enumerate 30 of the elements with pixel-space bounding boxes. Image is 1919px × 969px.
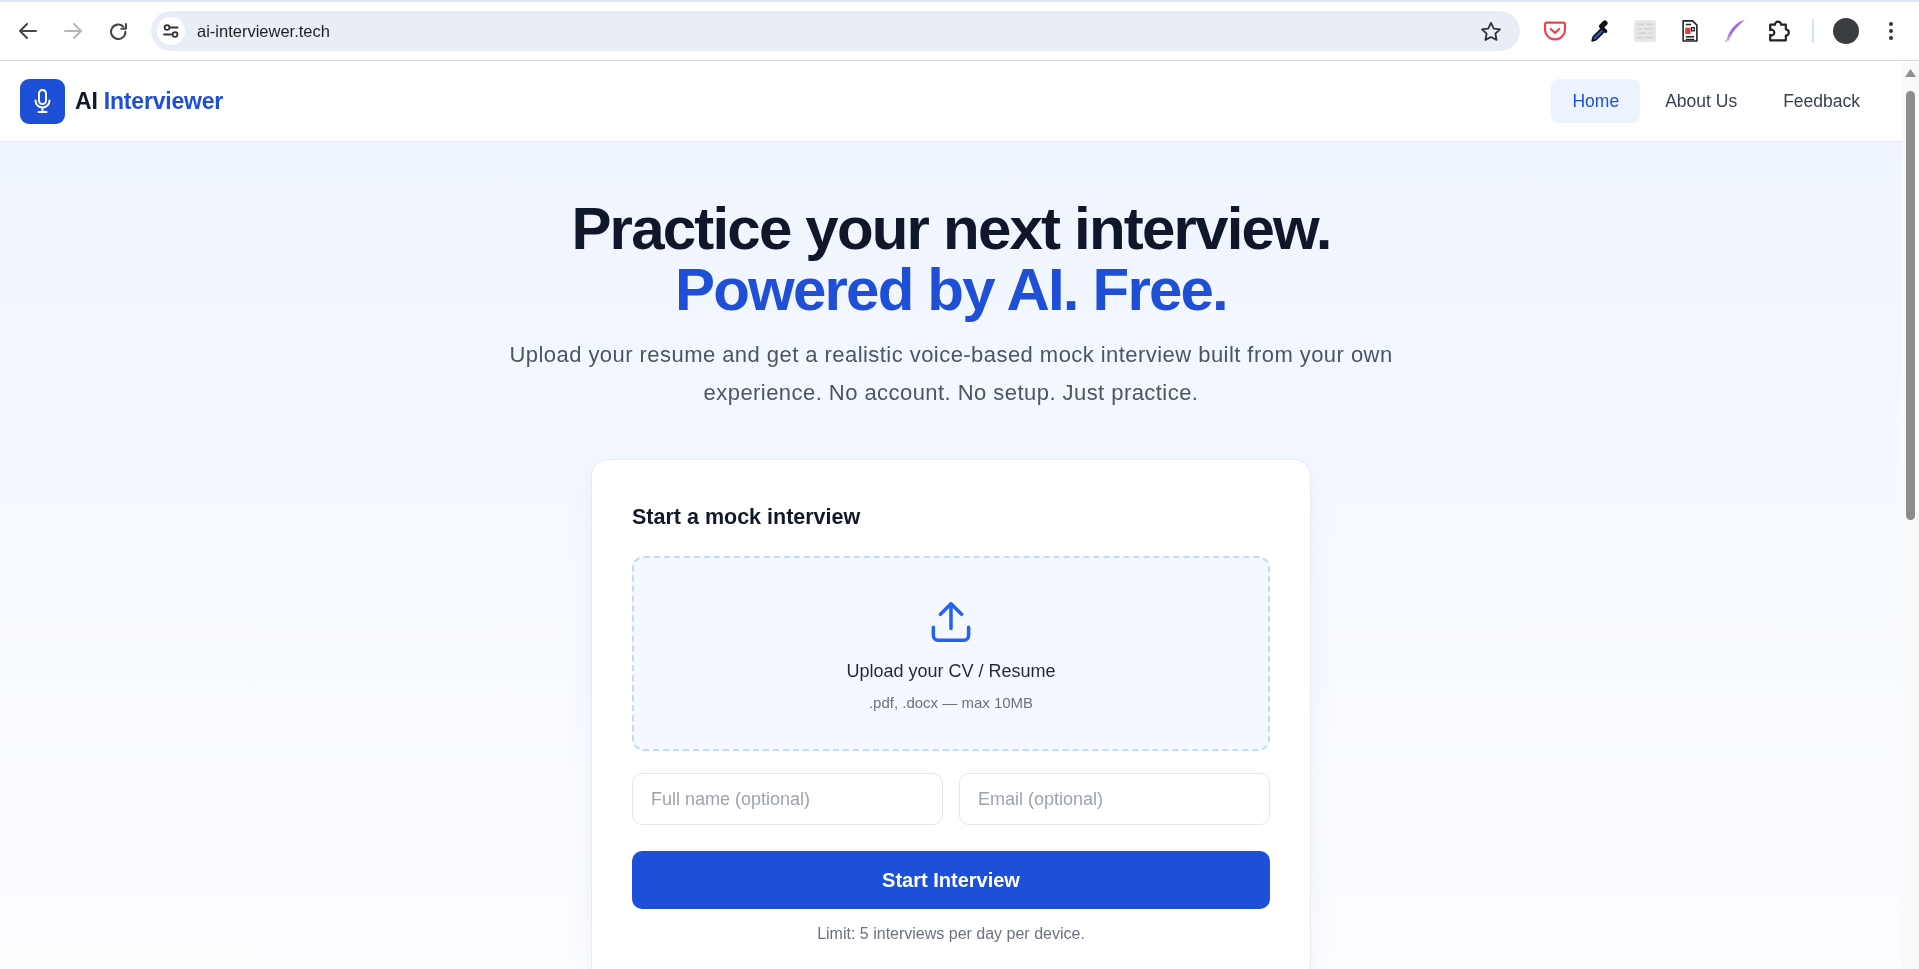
nav-link[interactable]: About Us	[1644, 79, 1759, 123]
tune-icon[interactable]	[157, 17, 185, 45]
reload-icon[interactable]	[109, 22, 127, 40]
scroll-up-icon[interactable]	[1905, 69, 1916, 77]
avatar-icon[interactable]	[1833, 18, 1859, 44]
limit-note: Limit: 5 interviews per day per device.	[817, 924, 1085, 944]
input-field[interactable]: Full name (optional)	[632, 773, 943, 825]
start-button[interactable]: Start Interview	[632, 851, 1270, 909]
upload-icon[interactable]	[931, 602, 971, 642]
microphone-icon[interactable]	[20, 78, 65, 124]
nav-link[interactable]: Home	[1551, 79, 1641, 123]
upload-dropzone[interactable]: Upload your CV / Resume .pdf, .docx — max 10MB	[632, 556, 1270, 751]
file-type-hint: .pdf, .docx — max 10MB	[868, 693, 1034, 713]
card-title: Start a mock interview	[632, 504, 861, 531]
puzzle-icon[interactable]	[1768, 20, 1791, 42]
scrollbar-thumb[interactable]	[1906, 91, 1915, 520]
input-field[interactable]: Email (optional)	[959, 773, 1270, 825]
upload-label: Upload your CV / Resume	[846, 660, 1056, 683]
logo-text[interactable]: AI Interviewer	[75, 87, 224, 115]
feather-icon[interactable]	[1723, 20, 1746, 42]
nav-link[interactable]: Feedback	[1762, 79, 1881, 123]
tile-icon[interactable]	[1633, 20, 1656, 42]
shield-icon[interactable]	[1543, 20, 1566, 42]
arrow-left-icon[interactable]	[19, 23, 37, 39]
menu-icon[interactable]	[1889, 22, 1893, 40]
eyedropper-icon[interactable]	[1588, 20, 1611, 42]
star-icon[interactable]	[1481, 21, 1501, 41]
hero-description: Upload your resume and get a realistic voice-based mock interview built from your own experience. No account. No setup. Just practice.	[508, 341, 1394, 407]
url-text[interactable]: ai-interviewer.tech	[197, 21, 330, 41]
address-field[interactable]: ai-interviewer.tech	[151, 11, 1520, 51]
